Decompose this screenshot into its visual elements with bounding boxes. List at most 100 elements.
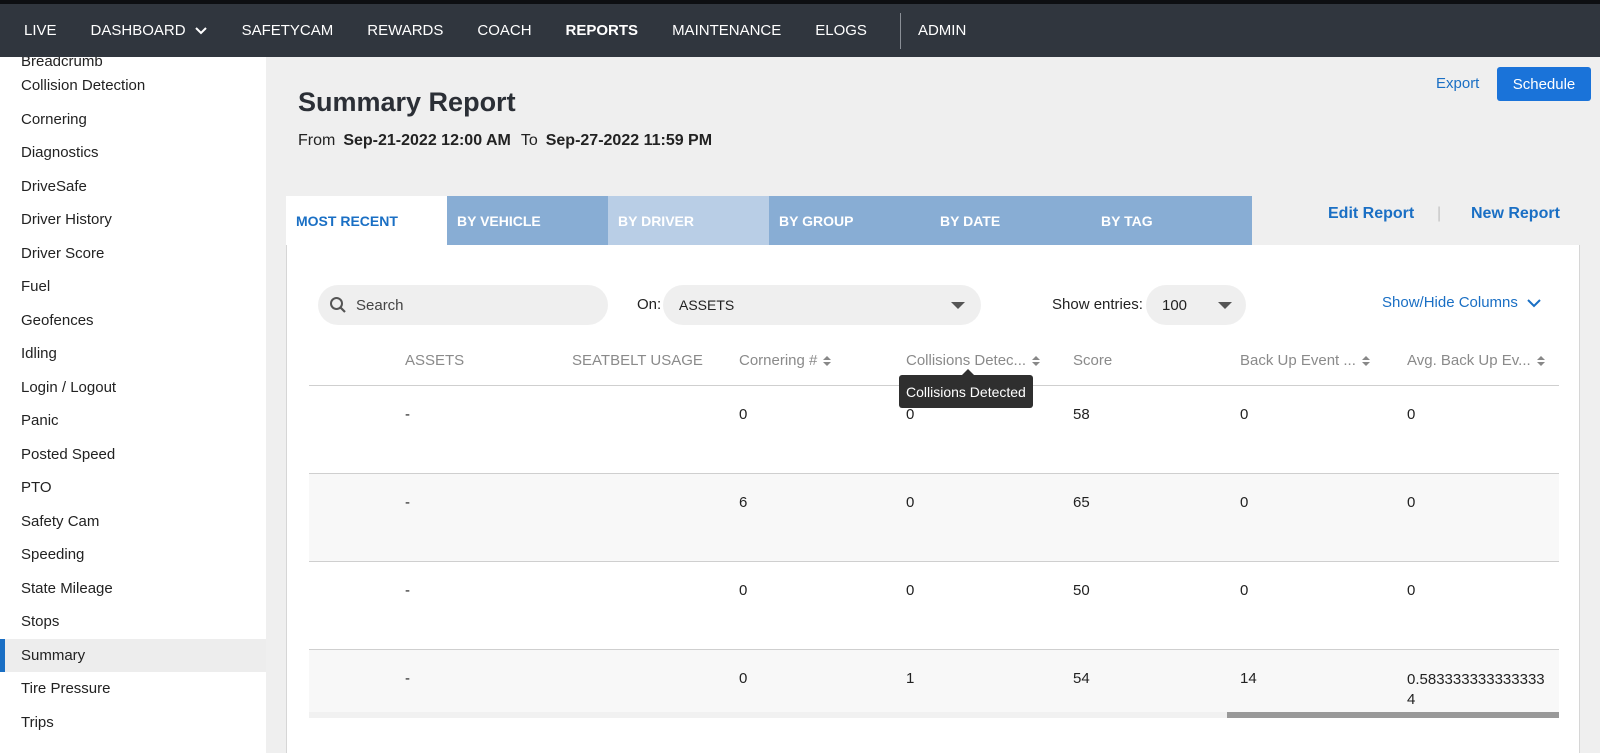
on-label: On: [637,296,662,313]
col-backup[interactable]: Back Up Event ... [1240,352,1370,369]
sidebar-item-login-logout[interactable]: Login / Logout [0,371,266,405]
sidebar-item-cornering[interactable]: Cornering [0,103,266,137]
entries-select[interactable]: 100 [1146,285,1246,325]
nav-admin[interactable]: ADMIN [901,4,983,57]
nav-elogs[interactable]: ELOGS [798,4,884,57]
sidebar-item-speeding[interactable]: Speeding [0,538,266,572]
cell-cornering: 0 [739,582,748,599]
cell-collisions: 0 [906,494,915,511]
horizontal-scrollbar[interactable] [309,712,1559,718]
from-date: Sep-21-2022 12:00 AM [343,132,511,149]
col-avg-backup[interactable]: Avg. Back Up Ev... [1407,352,1545,369]
nav-maintenance[interactable]: MAINTENANCE [655,4,798,57]
on-select-value: ASSETS [679,297,735,313]
chevron-down-icon [194,26,207,34]
cell-collisions: 0 [906,406,915,423]
entries-label: Show entries: [1052,296,1143,313]
sidebar-item-tire-pressure[interactable]: Tire Pressure [0,672,266,706]
sidebar-item-drivesafe[interactable]: DriveSafe [0,170,266,204]
action-separator: | [1437,205,1442,222]
sidebar-item-idling[interactable]: Idling [0,337,266,371]
table-row[interactable]: - 6 0 65 0 0 [309,474,1559,562]
cell-score: 58 [1073,406,1090,423]
table-row[interactable]: - 0 1 54 14 0.5833333333333334 [309,650,1559,716]
tab-by-group[interactable]: BY GROUP [769,196,930,245]
search-icon [322,285,354,325]
export-link[interactable]: Export [1436,75,1479,92]
cell-score: 50 [1073,582,1090,599]
sidebar-item-driver-score[interactable]: Driver Score [0,237,266,271]
cell-collisions: 0 [906,582,915,599]
tab-by-vehicle[interactable]: BY VEHICLE [447,196,608,245]
sidebar-item-breadcrumb[interactable]: Breadcrumb [0,57,266,70]
nav-coach[interactable]: COACH [460,4,548,57]
new-report-link[interactable]: New Report [1471,205,1560,223]
nav-reports[interactable]: REPORTS [549,4,656,57]
chevron-down-icon [1527,298,1541,307]
search-box[interactable] [318,285,608,325]
sidebar-item-panic[interactable]: Panic [0,404,266,438]
from-label: From [298,132,336,149]
sidebar-item-safety-cam[interactable]: Safety Cam [0,505,266,539]
col-collisions[interactable]: Collisions Detec... [906,352,1041,369]
cell-cornering: 0 [739,670,748,687]
sidebar-item-collision-detection[interactable]: Collision Detection [0,69,266,103]
report-sidebar: Breadcrumb Collision Detection Cornering… [0,57,266,753]
col-cornering[interactable]: Cornering # [739,352,832,369]
sidebar-item-state-mileage[interactable]: State Mileage [0,572,266,606]
sidebar-item-trips[interactable]: Trips [0,706,266,740]
sidebar-item-posted-speed[interactable]: Posted Speed [0,438,266,472]
sort-icon[interactable] [823,355,832,366]
cell-assets: - [405,582,410,599]
cell-backup: 0 [1240,406,1249,423]
edit-report-link[interactable]: Edit Report [1328,205,1414,223]
caret-down-icon [951,302,965,309]
col-cornering-label: Cornering # [739,352,818,369]
sidebar-item-stops[interactable]: Stops [0,605,266,639]
col-seatbelt[interactable]: SEATBELT USAGE [572,352,703,369]
cell-assets: - [405,494,410,511]
sidebar-item-diagnostics[interactable]: Diagnostics [0,136,266,170]
nav-dashboard[interactable]: DASHBOARD [74,4,225,57]
tab-by-driver[interactable]: BY DRIVER [608,196,769,245]
nav-live[interactable]: LIVE [0,4,74,57]
table-row[interactable]: - 0 0 50 0 0 [309,562,1559,650]
cell-avg-backup: 0 [1407,582,1416,599]
sort-icon[interactable] [1032,355,1041,366]
cell-avg-backup: 0.5833333333333334 [1407,671,1545,708]
schedule-button[interactable]: Schedule [1497,67,1591,101]
cell-cornering: 6 [739,494,748,511]
cell-backup: 14 [1240,670,1257,687]
page-title: Summary Report [298,87,516,117]
nav-safetycam[interactable]: SAFETYCAM [225,4,351,57]
cell-score: 54 [1073,670,1090,687]
tab-by-tag[interactable]: BY TAG [1091,196,1252,245]
col-score[interactable]: Score [1073,352,1112,369]
caret-down-icon [1218,302,1232,309]
sort-icon[interactable] [1361,355,1370,366]
col-collisions-label: Collisions Detec... [906,352,1027,369]
sort-icon[interactable] [1536,355,1545,366]
show-hide-columns[interactable]: Show/Hide Columns [1382,294,1542,311]
on-select[interactable]: ASSETS [663,285,981,325]
date-range: From Sep-21-2022 12:00 AM To Sep-27-2022 11… [298,132,722,150]
col-assets[interactable]: ASSETS [405,352,464,369]
entries-select-value: 100 [1162,296,1188,314]
cell-backup: 0 [1240,582,1249,599]
col-seatbelt-label: SEATBELT USAGE [572,352,703,369]
sidebar-item-summary[interactable]: Summary [0,638,266,672]
tab-most-recent[interactable]: MOST RECENT [286,196,447,245]
sidebar-item-fuel[interactable]: Fuel [0,270,266,304]
tab-by-date[interactable]: BY DATE [930,196,1091,245]
sidebar-item-driver-history[interactable]: Driver History [0,203,266,237]
nav-rewards[interactable]: REWARDS [350,4,460,57]
cell-avg-backup: 0 [1407,494,1416,511]
column-tooltip: Collisions Detected [899,375,1033,408]
cell-assets: - [405,670,410,687]
cell-assets: - [405,406,410,423]
sidebar-item-geofences[interactable]: Geofences [0,304,266,338]
report-tabs: MOST RECENT BY VEHICLE BY DRIVER BY GROU… [286,196,1252,245]
scrollbar-thumb[interactable] [1227,712,1559,718]
search-input[interactable] [356,296,596,314]
sidebar-item-pto[interactable]: PTO [0,471,266,505]
